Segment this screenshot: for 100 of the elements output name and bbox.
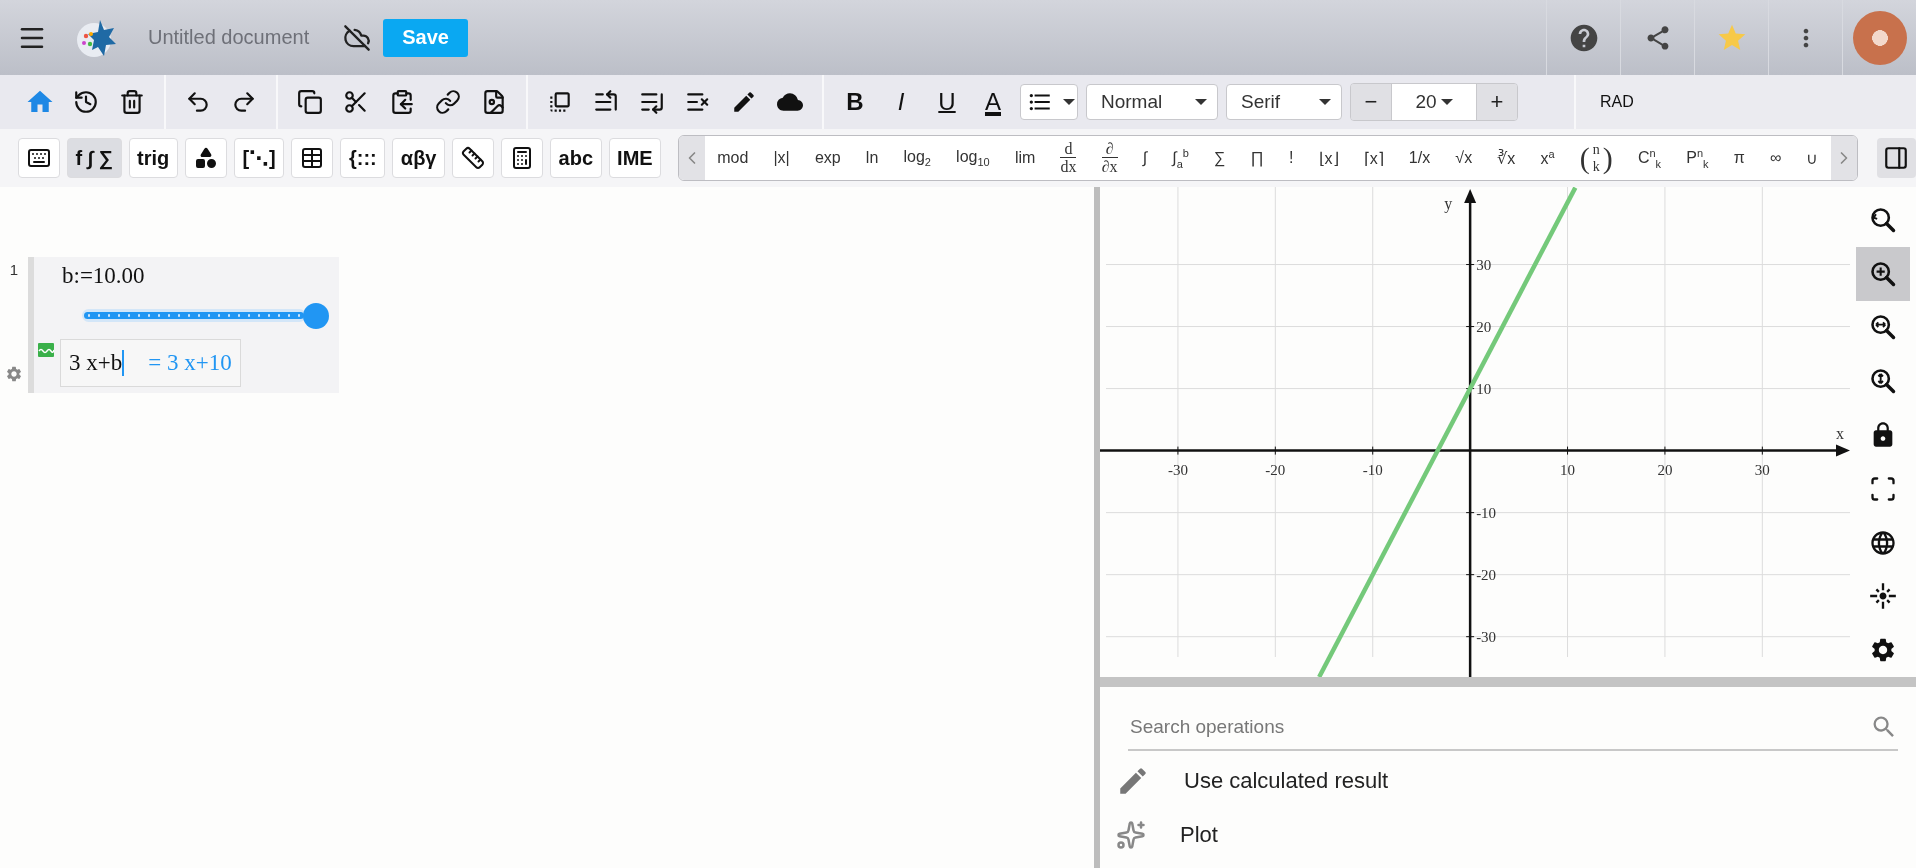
palette-item[interactable]: ∫: [1138, 147, 1152, 169]
paste-icon[interactable]: [389, 89, 415, 115]
format-button[interactable]: B: [836, 82, 874, 122]
palette-tab[interactable]: [18, 138, 60, 178]
redo-icon[interactable]: [231, 89, 257, 115]
palette-tab[interactable]: [184, 138, 227, 178]
style-dropdown[interactable]: Normal: [1086, 84, 1218, 120]
palette-item[interactable]: ∛x: [1493, 146, 1520, 170]
operation-item[interactable]: Plot: [1116, 811, 1898, 859]
palette-item[interactable]: x$^{a}$: [1536, 145, 1559, 171]
y-tick-label: 10: [1476, 380, 1492, 397]
x-tick-label: 10: [1560, 461, 1576, 478]
zoom-vertical-icon[interactable]: [1869, 367, 1897, 396]
trash-icon[interactable]: [119, 89, 145, 115]
palette-item[interactable]: log$_{2}$: [899, 145, 935, 171]
font-size-dropdown[interactable]: 20: [1391, 84, 1477, 120]
x-tick-label: 30: [1754, 461, 1770, 478]
list-dropdown[interactable]: [1020, 84, 1078, 120]
palette-item[interactable]: ⌊x⌋: [1314, 146, 1343, 170]
palette-item[interactable]: exp: [810, 147, 845, 169]
palette-item[interactable]: ∂ ∂x: [1097, 139, 1122, 177]
x-axis-label: x: [1836, 424, 1844, 442]
format-button[interactable]: U: [928, 82, 966, 122]
y-axis-label: y: [1444, 195, 1453, 212]
palette-item[interactable]: |x|: [769, 147, 794, 169]
copy-icon[interactable]: [297, 89, 323, 115]
zoom-horizontal-icon[interactable]: [1869, 313, 1897, 342]
region-icon[interactable]: [547, 89, 573, 115]
slider-thumb[interactable]: [303, 303, 329, 329]
palette-tab[interactable]: IME: [608, 138, 662, 178]
sparkles-icon: [1116, 820, 1146, 850]
cut-icon[interactable]: [343, 89, 369, 115]
palette-item[interactable]: ∏: [1246, 147, 1268, 169]
gear-icon[interactable]: [5, 365, 23, 383]
y-tick-label: 30: [1476, 256, 1492, 273]
line-number: 1: [9, 261, 19, 278]
fit-view-icon[interactable]: [1869, 474, 1897, 503]
palette-item[interactable]: 1/x: [1404, 147, 1435, 169]
x-tick-label: -30: [1167, 461, 1188, 478]
format-button[interactable]: A: [974, 82, 1012, 122]
palette-tab[interactable]: [452, 138, 494, 178]
globe-icon[interactable]: [1869, 528, 1897, 557]
shapes-icon[interactable]: [193, 146, 218, 170]
zoom-reset-icon[interactable]: [1869, 205, 1897, 234]
expression-field[interactable]: 3 x+b = 3 x+10: [60, 339, 241, 387]
palette-item[interactable]: !: [1284, 147, 1298, 169]
caret-icon: [1063, 99, 1075, 105]
ruler-icon[interactable]: [461, 146, 485, 170]
cloud-off-icon: [343, 23, 372, 52]
pencil-icon[interactable]: [731, 89, 757, 115]
palette-tab[interactable]: [⋱]: [233, 138, 285, 178]
search-field[interactable]: Search operations: [1128, 715, 1870, 739]
caret-icon: [1195, 99, 1207, 105]
palette-item[interactable]: d dx: [1056, 139, 1081, 177]
palette-item[interactable]: ∞: [1765, 147, 1786, 169]
y-tick-label: -30: [1476, 628, 1497, 645]
keyboard-icon[interactable]: [27, 146, 51, 170]
result-text: = 3 x+10: [148, 350, 232, 376]
palette-item[interactable]: ∪: [1802, 146, 1823, 170]
format-button[interactable]: I: [882, 82, 920, 122]
history-icon[interactable]: [73, 89, 99, 115]
palette-item[interactable]: ∑: [1210, 147, 1230, 169]
palette-tab[interactable]: {:::: [340, 138, 386, 178]
palette-item[interactable]: log$_{10}$: [952, 145, 994, 171]
palette-item[interactable]: √x: [1451, 147, 1477, 169]
x-tick-label: 20: [1657, 461, 1673, 478]
y-tick-label: 20: [1476, 318, 1492, 335]
table-icon[interactable]: [300, 146, 325, 170]
definition-text: b:=10.00: [62, 262, 146, 290]
x-tick-label: -10: [1362, 461, 1383, 478]
x-tick-label: -20: [1265, 461, 1286, 478]
palette-tab[interactable]: f ∫ ∑: [67, 138, 122, 178]
caret-icon: [1319, 99, 1331, 105]
palette-item[interactable]: ln: [861, 147, 883, 169]
undo-icon[interactable]: [185, 89, 211, 115]
operation-item[interactable]: Use calculated result: [1116, 757, 1898, 805]
side-panel-toggle[interactable]: [1876, 138, 1916, 178]
center-icon[interactable]: [1869, 582, 1897, 611]
image-icon[interactable]: [481, 89, 507, 115]
graph-tool-button[interactable]: [1856, 246, 1910, 301]
palette-item[interactable]: π: [1729, 147, 1749, 169]
angle-mode-button[interactable]: RAD: [1594, 92, 1640, 112]
palette-tab[interactable]: [501, 138, 543, 178]
increase-size-button[interactable]: +: [1477, 84, 1517, 120]
palette-item[interactable]: mod: [713, 147, 753, 169]
font-dropdown[interactable]: Serif: [1226, 84, 1342, 120]
y-tick-label: -10: [1476, 504, 1497, 521]
palette-item[interactable]: ⌈x⌉: [1359, 146, 1388, 170]
palette-tab[interactable]: αβγ: [392, 138, 445, 178]
side-panel-icon[interactable]: [1883, 145, 1910, 171]
palette-item[interactable]: lim: [1010, 147, 1040, 169]
plot-icon[interactable]: [38, 343, 54, 357]
palette-tab[interactable]: abc: [550, 138, 602, 178]
zoom-in-icon[interactable]: [1869, 259, 1897, 288]
palette-tab[interactable]: [291, 138, 334, 178]
decrease-size-button[interactable]: −: [1351, 84, 1391, 120]
palette-tab[interactable]: trig: [128, 138, 178, 178]
y-tick-label: -20: [1476, 566, 1497, 583]
calculator-icon[interactable]: [510, 146, 534, 170]
link-icon[interactable]: [435, 89, 461, 115]
